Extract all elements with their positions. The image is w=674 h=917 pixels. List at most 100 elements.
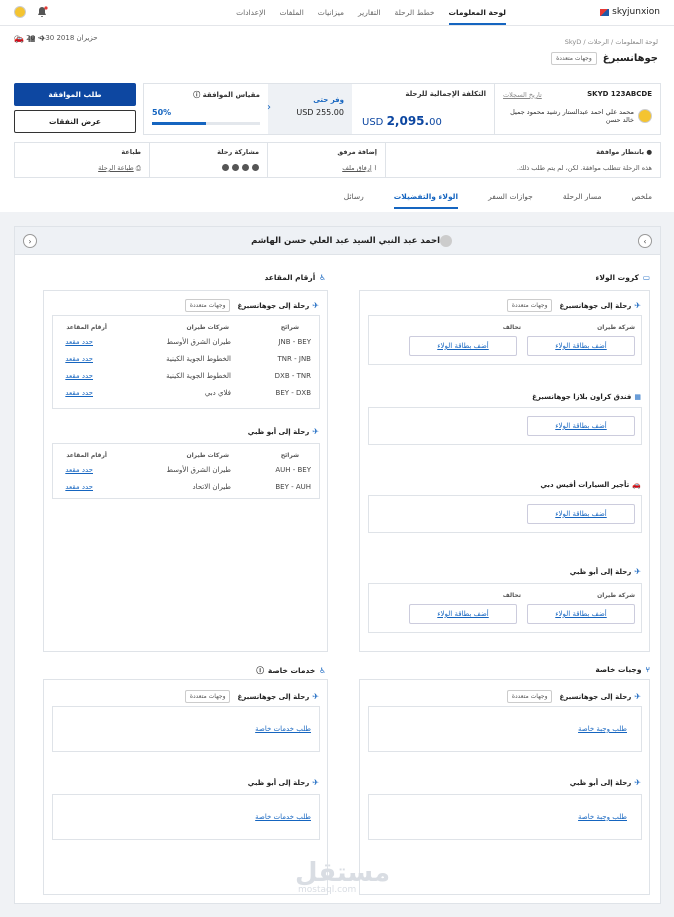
services-jnb-form: طلب خدمات خاصة <box>52 706 320 752</box>
approval-meter: مقياس الموافقة ⓘ 50% <box>144 84 268 134</box>
email-icon[interactable] <box>252 164 259 171</box>
add-loyalty-card-button[interactable]: أضف بطاقة الولاء <box>527 336 635 356</box>
plane-icon: ✈ <box>634 692 641 701</box>
prev-traveller-icon[interactable]: ‹ <box>638 234 652 248</box>
traveller-name: احمد عبد النبي السيد عبد العلي حسن الهاش… <box>251 236 440 246</box>
add-loyalty-card-button[interactable]: أضف بطاقة الولاء <box>527 604 635 624</box>
add-loyalty-card-button[interactable]: أضف بطاقة الولاء <box>409 604 517 624</box>
loyalty-title-text: كروت الولاء <box>595 273 639 282</box>
tab-loyalty[interactable]: الولاء والتفضيلات <box>393 192 459 209</box>
nav-settings[interactable]: الإعدادات <box>236 8 265 25</box>
tab-summary[interactable]: ملخص <box>631 192 652 209</box>
nav-files[interactable]: الملفات <box>279 8 303 25</box>
alert-icon: ● <box>646 148 652 156</box>
traveller-names: محمد علي احمد عبدالستار رشيد محمود جميل … <box>510 108 634 124</box>
seats-flight-jnb: ✈ رحلة إلى جوهانسبرغ وجهات متعددة <box>184 299 319 312</box>
loyalty-flight-jnb: ✈ رحلة إلى جوهانسبرغ وجهات متعددة <box>506 299 641 312</box>
tab-itinerary[interactable]: مسار الرحلة <box>563 192 602 209</box>
plane-icon: ✈ <box>634 567 641 576</box>
car-icon: 🚗 <box>14 34 24 43</box>
print-link[interactable]: طباعة الرحلة <box>98 164 134 172</box>
savings-value: USD 255.00 <box>296 108 344 117</box>
flight-title: رحلة إلى أبو ظبي <box>247 778 310 787</box>
approval-bar <box>152 122 260 125</box>
total-cents: 00 <box>429 117 442 128</box>
flight-title: رحلة إلى أبو ظبي <box>569 567 632 576</box>
nav-trip-plans[interactable]: خطط الرحلة <box>395 8 435 25</box>
col-seats: أرقام المقاعد <box>66 452 107 459</box>
watermark-logo: مستقل <box>295 858 391 888</box>
loyalty-panel: ‹ احمد عبد النبي السيد عبد العلي حسن اله… <box>14 226 661 904</box>
nav-reports[interactable]: التقارير <box>358 8 381 25</box>
print-title: طباعة <box>121 148 141 156</box>
add-loyalty-card-button[interactable]: أضف بطاقة الولاء <box>527 504 635 524</box>
facebook-icon[interactable] <box>242 164 249 171</box>
brand-name: skyjunxion <box>612 7 660 17</box>
col-alliance: تحالف <box>502 324 521 331</box>
avatar <box>638 109 652 123</box>
linkedin-icon[interactable] <box>232 164 239 171</box>
watermark-url: mostaql.com <box>298 885 357 895</box>
meals-flight-jnb: ✈ رحلة إلى جوهانسبرغ وجهات متعددة <box>506 690 641 703</box>
history-link[interactable]: تاريخ السجلات <box>503 91 542 99</box>
loyalty-car: 🚗 تأجير السيارات أفيس دبي <box>540 481 641 489</box>
select-seat-link[interactable]: حدد مقعد <box>65 338 93 346</box>
meals-box: ✈ رحلة إلى جوهانسبرغ وجهات متعددة طلب وجبة… <box>359 679 650 895</box>
view-expenses-button[interactable]: عرض النفقات <box>14 110 136 133</box>
attach-link[interactable]: إرفاق ملف <box>342 164 372 172</box>
select-seat-link[interactable]: حدد مقعد <box>65 372 93 380</box>
select-seat-link[interactable]: حدد مقعد <box>65 389 93 397</box>
meals-auh-form: طلب وجبة خاصة <box>368 794 642 840</box>
col-airlines: شركات طيران <box>186 324 229 331</box>
traveller-header: ‹ احمد عبد النبي السيد عبد العلي حسن اله… <box>15 227 660 255</box>
request-service-link[interactable]: طلب خدمات خاصة <box>255 725 311 733</box>
loyalty-flight-auh-form: شركة طيران تحالف أضف بطاقة الولاء أضف بط… <box>368 583 642 633</box>
accessibility-icon: ♿ <box>319 666 326 675</box>
loyalty-hotel: ▦ فندق كراون بلازا جوهانسبرغ <box>532 393 641 401</box>
avatar[interactable] <box>14 6 26 18</box>
approval-percent: 50% <box>152 108 172 117</box>
airline-cell: الخطوط الجوية الكينية <box>166 372 231 380</box>
tab-messages[interactable]: رسائل <box>344 192 364 209</box>
flight-title: رحلة إلى جوهانسبرغ <box>237 692 310 701</box>
print-cell: طباعة ⎙ طباعة الرحلة <box>15 143 149 177</box>
meals-flight-auh: ✈ رحلة إلى أبو ظبي <box>570 778 641 787</box>
request-meal-link[interactable]: طلب وجبة خاصة <box>578 813 627 821</box>
brand-logo[interactable]: skyjunxion <box>600 7 660 17</box>
car-title: تأجير السيارات أفيس دبي <box>540 481 630 489</box>
total-value: 2,095. <box>386 114 430 128</box>
add-loyalty-card-button[interactable]: أضف بطاقة الولاء <box>409 336 517 356</box>
paperclip-icon: ⌇ <box>373 164 377 172</box>
car-icon: 🚗 <box>632 481 641 489</box>
add-loyalty-card-button[interactable]: أضف بطاقة الولاء <box>527 416 635 436</box>
next-traveller-icon[interactable]: › <box>23 234 37 248</box>
card-icon: ▭ <box>642 273 650 282</box>
notifications-icon[interactable] <box>36 6 48 18</box>
plane-icon: ✈ <box>39 34 47 43</box>
meals-title-text: وجبات خاصة <box>595 665 642 674</box>
nav-budgets[interactable]: ميزانيات <box>318 8 344 25</box>
select-seat-link[interactable]: حدد مقعد <box>65 466 93 474</box>
tab-passports[interactable]: جوازات السفر <box>488 192 533 209</box>
flight-title: رحلة إلى أبو ظبي <box>569 778 632 787</box>
cutlery-icon: ⑂ <box>645 665 651 674</box>
segment-cell: BEY - DXB <box>275 389 311 397</box>
segment-cell: TNR - JNB <box>277 355 311 363</box>
request-service-link[interactable]: طلب خدمات خاصة <box>255 813 311 821</box>
loyalty-car-form: أضف بطاقة الولاء <box>368 495 642 533</box>
select-seat-link[interactable]: حدد مقعد <box>65 483 93 491</box>
multi-dest-badge: وجهات متعددة <box>551 52 597 65</box>
attach-cell: إضافة مرفق ⌇ إرفاق ملف <box>267 143 385 177</box>
trip-icons: 🚗 ▦ ✈ <box>14 34 46 43</box>
request-approval-button[interactable]: طلب الموافقة <box>14 83 136 106</box>
warning-text: هذه الرحلة تتطلب موافقة. لكن، لم يتم طلب… <box>516 164 652 172</box>
select-seat-link[interactable]: حدد مقعد <box>65 355 93 363</box>
seat-icon: ♿ <box>319 273 326 282</box>
airline-cell: طيران الشرق الأوسط <box>166 466 231 474</box>
request-meal-link[interactable]: طلب وجبة خاصة <box>578 725 627 733</box>
breadcrumb[interactable]: لوحة المعلومات / الرحلات / SkyD <box>565 38 658 46</box>
nav-dashboard[interactable]: لوحة المعلومات <box>448 8 506 25</box>
multi-dest-badge: وجهات متعددة <box>184 299 231 312</box>
twitter-icon[interactable] <box>222 164 229 171</box>
approval-label: مقياس الموافقة <box>202 91 260 99</box>
